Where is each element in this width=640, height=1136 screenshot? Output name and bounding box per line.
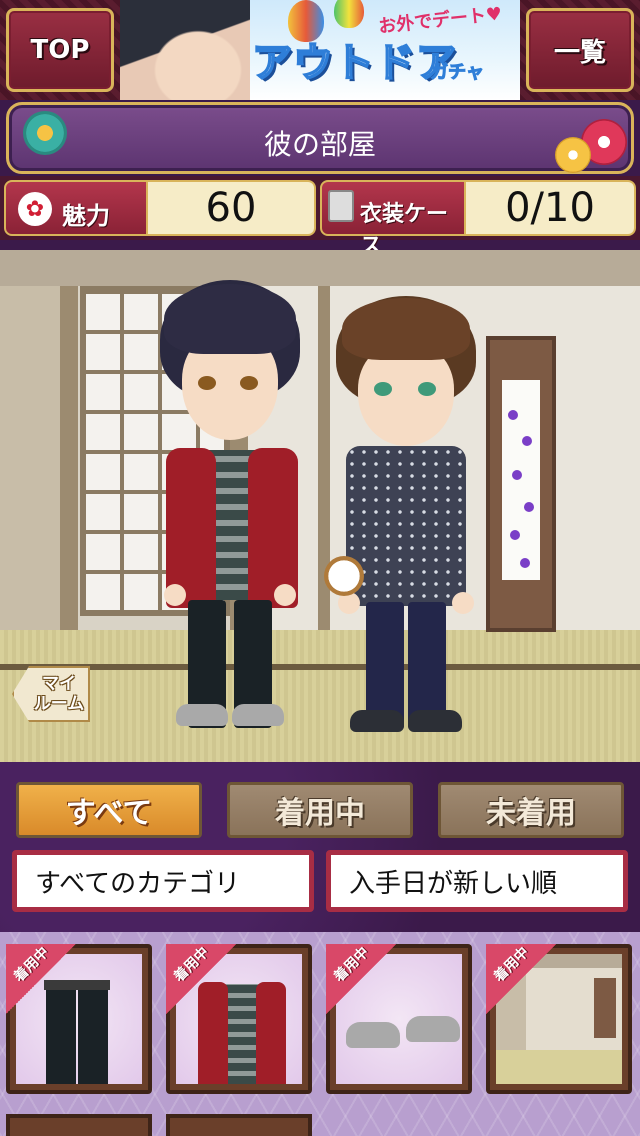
stats-bar: ✿ 魅力 60 衣装ケース 0/10 xyxy=(0,176,640,259)
equipped-badge: 着用中 xyxy=(326,944,396,1014)
item-card-red-cardigan[interactable]: 着用中 xyxy=(166,944,312,1094)
room-title: 彼の部屋 xyxy=(263,128,376,161)
pillar xyxy=(60,286,78,666)
tab-not-wearing[interactable]: 未着用 xyxy=(438,782,624,838)
character-dark-hair[interactable] xyxy=(160,280,300,740)
my-room-label: マイ ルーム xyxy=(33,674,85,714)
plum-flower-icon: ✿ xyxy=(18,192,52,226)
tab-all[interactable]: すべて xyxy=(16,782,202,838)
tatami-floor xyxy=(0,630,640,762)
room-scene xyxy=(0,250,640,762)
charm-value: 60 xyxy=(148,180,316,236)
top-button[interactable]: TOP xyxy=(6,8,114,92)
banner-gacha-label: ガチャ xyxy=(430,62,485,84)
equipped-badge: 着用中 xyxy=(166,944,236,1014)
list-button[interactable]: 一覧 xyxy=(526,8,634,92)
hanging-scroll xyxy=(486,336,556,632)
room-thumbnail-floor xyxy=(496,1050,622,1084)
item-card-partial[interactable] xyxy=(166,1114,312,1136)
charm-label-box: ✿ 魅力 xyxy=(4,180,148,236)
banner-character-image xyxy=(120,0,250,100)
character-brown-hair[interactable] xyxy=(336,296,476,742)
sneaker-image xyxy=(346,1022,400,1048)
category-select[interactable]: すべてのカテゴリ xyxy=(12,850,314,912)
tatami-edge xyxy=(0,664,640,670)
top-bar: TOP お外でデート♥ アウトドア ガチャ 一覧 xyxy=(0,0,640,100)
item-card-partial[interactable] xyxy=(6,1114,152,1136)
room-thumbnail-scroll xyxy=(594,978,616,1038)
item-card-japanese-room[interactable]: 着用中 xyxy=(486,944,632,1094)
cardigan-image xyxy=(256,982,286,1084)
equipped-badge: 着用中 xyxy=(6,944,76,1014)
flower-icon xyxy=(555,137,591,173)
gacha-banner[interactable]: お外でデート♥ アウトドア ガチャ xyxy=(120,0,520,100)
balloon-icon xyxy=(334,0,364,28)
sneaker-image xyxy=(406,1016,460,1042)
equipped-badge: 着用中 xyxy=(486,944,556,1014)
banner-title: アウトドア xyxy=(251,39,457,87)
item-card-black-pants[interactable]: 着用中 xyxy=(6,944,152,1094)
pillar xyxy=(318,286,330,666)
pants-image xyxy=(78,984,108,1084)
room-title-bar: 彼の部屋 xyxy=(6,102,634,174)
cabinet-icon xyxy=(328,190,354,222)
pocket-watch-icon xyxy=(324,556,364,596)
sort-select[interactable]: 入手日が新しい順 xyxy=(326,850,628,912)
tab-wearing[interactable]: 着用中 xyxy=(227,782,413,838)
case-value: 0/10 xyxy=(466,180,636,236)
charm-label: 魅力 xyxy=(62,202,110,230)
ceiling xyxy=(0,250,640,286)
item-card-gray-sneakers[interactable]: 着用中 xyxy=(326,944,472,1094)
